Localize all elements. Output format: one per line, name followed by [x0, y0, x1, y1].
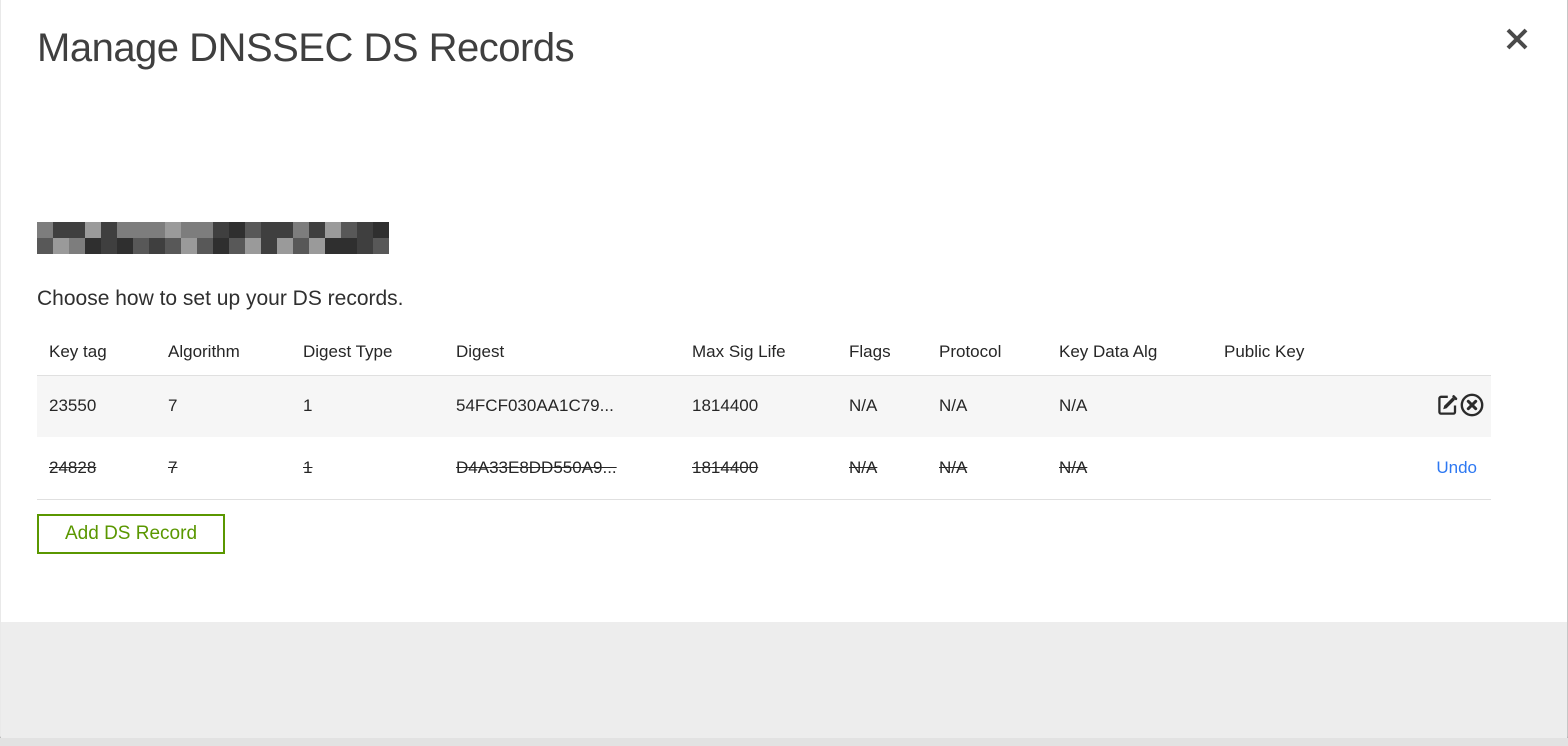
edit-icon	[1435, 394, 1459, 420]
instruction-text: Choose how to set up your DS records.	[37, 287, 404, 310]
cell-key-data-alg: N/A	[1059, 457, 1088, 477]
close-icon	[1504, 26, 1530, 55]
cell-algorithm: 7	[168, 457, 178, 477]
ds-records-table: Key tag Algorithm Digest Type Digest Max…	[37, 330, 1491, 500]
cell-actions: Undo	[1411, 437, 1491, 499]
col-header-flags: Flags	[849, 342, 891, 362]
delete-record-button[interactable]	[1459, 392, 1485, 421]
cell-digest: 54FCF030AA1C79...	[456, 396, 614, 416]
table-row-deleted: 24828 7 1 D4A33E8DD550A9... 1814400 N/A …	[37, 437, 1491, 499]
col-header-max-sig-life: Max Sig Life	[692, 342, 786, 362]
cell-public-key	[1212, 375, 1411, 437]
cell-key-tag: 24828	[49, 457, 97, 477]
undo-link[interactable]: Undo	[1436, 458, 1485, 477]
page: Manage DNSSEC DS Records Choose how to s…	[0, 0, 1568, 746]
cell-max-sig-life: 1814400	[692, 396, 759, 416]
cell-algorithm: 7	[168, 396, 178, 416]
cell-protocol: N/A	[939, 457, 968, 477]
add-ds-record-button[interactable]: Add DS Record	[37, 514, 226, 554]
cell-key-data-alg: N/A	[1059, 396, 1088, 416]
cell-flags: N/A	[849, 396, 878, 416]
cell-digest: D4A33E8DD550A9...	[456, 457, 617, 477]
col-header-public-key: Public Key	[1224, 342, 1305, 362]
col-header-actions	[1411, 330, 1491, 375]
cell-actions	[1411, 375, 1491, 437]
cell-digest-type: 1	[303, 396, 313, 416]
page-title: Manage DNSSEC DS Records	[37, 26, 575, 70]
cell-max-sig-life: 1814400	[692, 457, 759, 477]
table-row: 23550 7 1 54FCF030AA1C79... 1814400 N/A …	[37, 375, 1491, 437]
col-header-algorithm: Algorithm	[168, 342, 240, 362]
cell-protocol: N/A	[939, 396, 968, 416]
modal-footer: Save Cancel	[1, 622, 1567, 738]
cell-key-tag: 23550	[49, 396, 97, 416]
edit-record-button[interactable]	[1435, 393, 1459, 420]
manage-dnssec-modal: Manage DNSSEC DS Records Choose how to s…	[0, 0, 1568, 738]
redacted-domain-name	[37, 222, 389, 254]
close-button[interactable]	[1501, 24, 1533, 56]
cell-flags: N/A	[849, 457, 878, 477]
col-header-key-data-alg: Key Data Alg	[1059, 342, 1158, 362]
table-header-row: Key tag Algorithm Digest Type Digest Max…	[37, 330, 1491, 375]
col-header-key-tag: Key tag	[49, 342, 107, 362]
x-circle-icon	[1459, 393, 1485, 421]
cell-public-key	[1212, 437, 1411, 499]
cell-digest-type: 1	[303, 457, 313, 477]
col-header-digest-type: Digest Type	[303, 342, 393, 362]
col-header-digest: Digest	[456, 342, 505, 362]
col-header-protocol: Protocol	[939, 342, 1002, 362]
